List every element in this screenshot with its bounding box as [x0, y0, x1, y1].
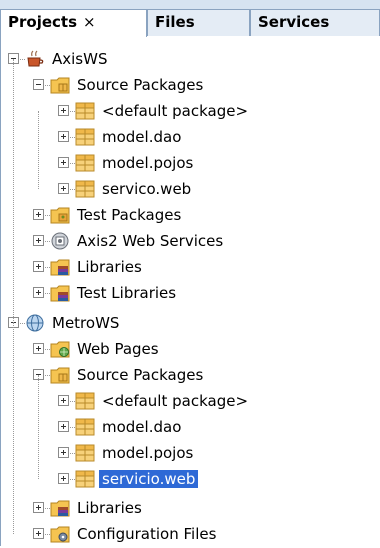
- expand-toggle-icon[interactable]: [58, 105, 69, 116]
- source-packages-icon: [50, 365, 70, 385]
- expand-toggle-icon[interactable]: [58, 183, 69, 194]
- package-icon: [75, 417, 95, 437]
- tree-node-label: Source Packages: [77, 366, 204, 384]
- tree-node[interactable]: Test Packages: [1, 202, 380, 228]
- tree-node-label: MetroWS: [52, 314, 120, 332]
- tree-node[interactable]: Libraries: [1, 495, 380, 521]
- tree-node-label: Test Packages: [77, 206, 182, 224]
- tab-files-label: Files: [155, 13, 195, 31]
- tree-connector: [13, 323, 14, 534]
- expand-toggle-icon[interactable]: [33, 343, 44, 354]
- package-icon: [75, 469, 95, 489]
- tree-node[interactable]: <default package>: [1, 388, 380, 414]
- tree-node-label: <default package>: [102, 392, 249, 410]
- tree-node[interactable]: Web Pages: [1, 336, 380, 362]
- expand-toggle-icon[interactable]: [58, 447, 69, 458]
- project-tree: AxisWS Source Packages <default package> mo…: [0, 36, 380, 546]
- package-icon: [75, 101, 95, 121]
- tree-connector: [38, 111, 39, 189]
- tree-node[interactable]: model.pojos: [1, 440, 380, 466]
- tab-services-label: Services: [258, 13, 330, 31]
- coffee-project-icon: [25, 49, 45, 69]
- tree-node-label: servicio.web: [97, 469, 200, 489]
- tree-node[interactable]: model.dao: [1, 414, 380, 440]
- tree-node-label: model.pojos: [102, 154, 194, 172]
- tab-projects-label: Projects: [8, 13, 78, 31]
- tab-services[interactable]: Services: [250, 9, 380, 36]
- libraries-icon: [50, 283, 70, 303]
- expand-toggle-icon[interactable]: [58, 131, 69, 142]
- tree-node-label: <default package>: [102, 102, 249, 120]
- tree-node[interactable]: Axis2 Web Services: [1, 228, 380, 254]
- tree-node-label: model.pojos: [102, 444, 194, 462]
- tree-node-label: Axis2 Web Services: [77, 232, 224, 250]
- test-packages-icon: [50, 205, 70, 225]
- expand-toggle-icon[interactable]: [58, 395, 69, 406]
- tree-node[interactable]: model.dao: [1, 124, 380, 150]
- libraries-icon: [50, 498, 70, 518]
- expand-toggle-icon[interactable]: [33, 261, 44, 272]
- package-icon: [75, 153, 95, 173]
- globe-project-icon: [25, 313, 45, 333]
- tree-connector: [38, 375, 39, 479]
- config-files-icon: [50, 524, 70, 544]
- expand-toggle-icon[interactable]: [33, 502, 44, 513]
- expand-toggle-icon[interactable]: [33, 287, 44, 298]
- source-packages-icon: [50, 75, 70, 95]
- tree-node-label: Source Packages: [77, 76, 204, 94]
- tree-node[interactable]: <default package>: [1, 98, 380, 124]
- tree-node-label: Libraries: [77, 258, 142, 276]
- web-services-icon: [50, 231, 70, 251]
- tree-node[interactable]: MetroWS: [1, 310, 380, 336]
- expand-toggle-icon[interactable]: [33, 235, 44, 246]
- tree-node-label: model.dao: [102, 418, 182, 436]
- libraries-icon: [50, 257, 70, 277]
- tree-node[interactable]: Test Libraries: [1, 280, 380, 306]
- tree-node[interactable]: Source Packages: [1, 362, 380, 388]
- package-icon: [75, 179, 95, 199]
- collapse-toggle-icon[interactable]: [33, 79, 44, 90]
- package-icon: [75, 391, 95, 411]
- expand-toggle-icon[interactable]: [33, 528, 44, 539]
- tree-connector: [13, 59, 14, 323]
- expand-toggle-icon[interactable]: [58, 421, 69, 432]
- package-icon: [75, 443, 95, 463]
- web-pages-icon: [50, 339, 70, 359]
- tree-node-label: AxisWS: [52, 50, 108, 68]
- tree-node[interactable]: servico.web: [1, 176, 380, 202]
- tree-node[interactable]: Configuration Files: [1, 521, 380, 547]
- tree-node-label: model.dao: [102, 128, 182, 146]
- tab-projects[interactable]: Projects ×: [0, 9, 147, 37]
- tree-node[interactable]: model.pojos: [1, 150, 380, 176]
- tree-node-label: Configuration Files: [77, 525, 217, 543]
- tree-node[interactable]: Source Packages: [1, 72, 380, 98]
- tree-node-label: servico.web: [102, 180, 192, 198]
- expand-toggle-icon[interactable]: [58, 157, 69, 168]
- tree-node-label: Web Pages: [77, 340, 159, 358]
- tree-node-label: Test Libraries: [77, 284, 177, 302]
- tree-node[interactable]: servicio.web: [1, 466, 380, 492]
- tree-node-label: Libraries: [77, 499, 142, 517]
- tree-node[interactable]: AxisWS: [1, 46, 380, 72]
- tab-files[interactable]: Files: [147, 9, 250, 36]
- close-icon[interactable]: ×: [83, 13, 96, 31]
- expand-toggle-icon[interactable]: [33, 209, 44, 220]
- tab-bar: Projects × Files Services: [0, 0, 380, 37]
- tree-node[interactable]: Libraries: [1, 254, 380, 280]
- package-icon: [75, 127, 95, 147]
- expand-toggle-icon[interactable]: [58, 473, 69, 484]
